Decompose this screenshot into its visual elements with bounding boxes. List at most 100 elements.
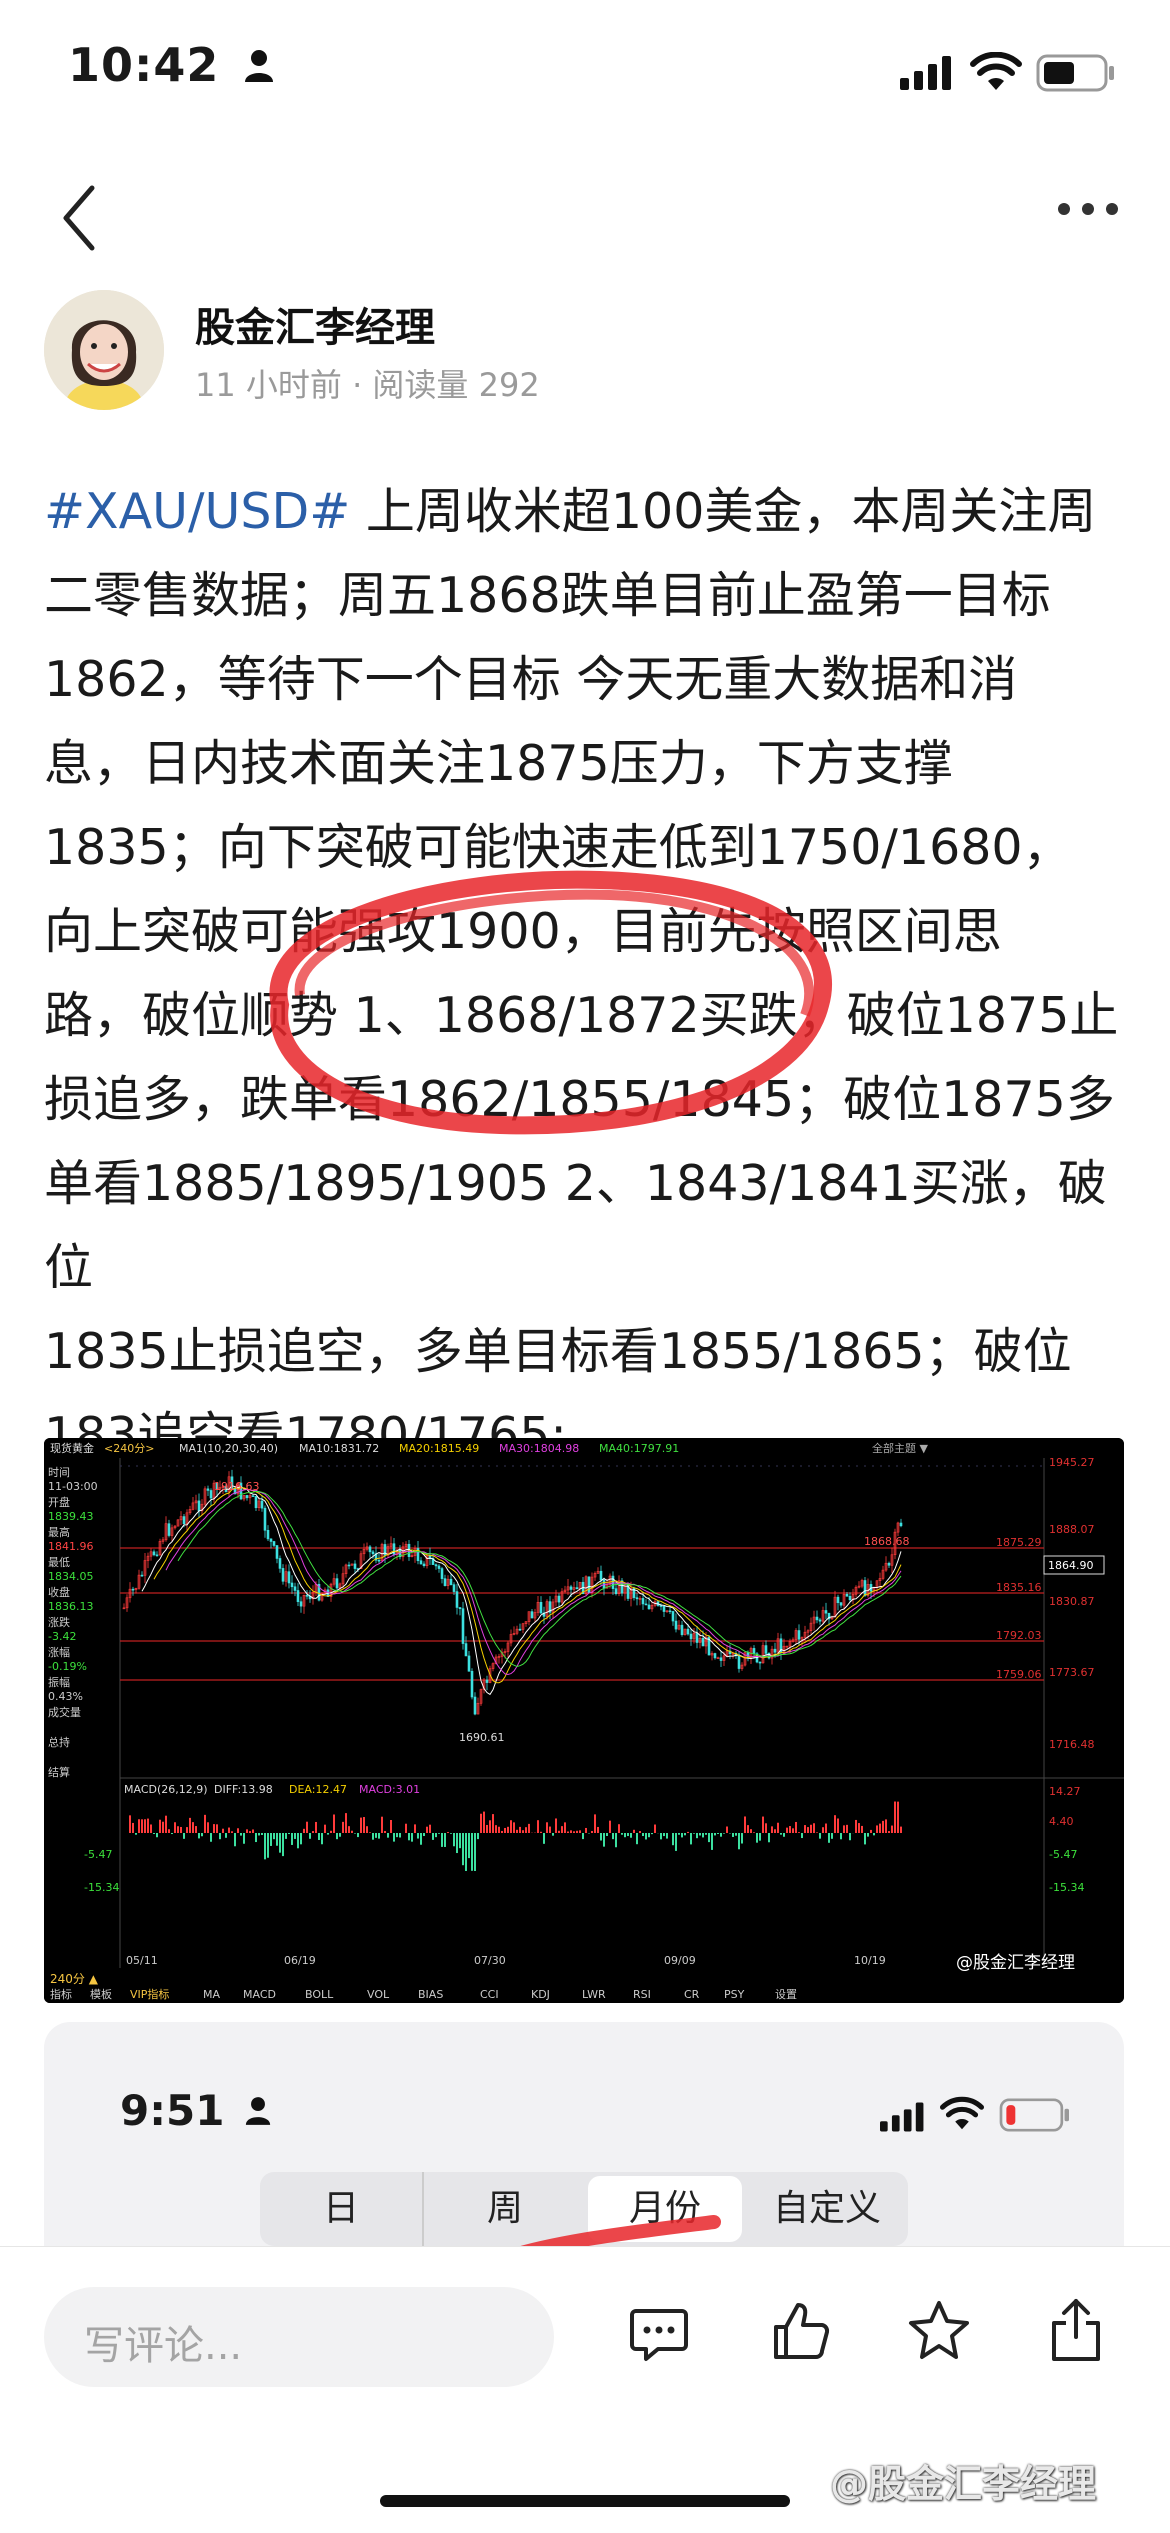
indicator-tab[interactable]: BIAS bbox=[418, 1988, 443, 2001]
candle-body bbox=[288, 1572, 290, 1583]
candle-body bbox=[294, 1587, 296, 1591]
info-value: 1839.43 bbox=[48, 1510, 94, 1523]
candle-body bbox=[642, 1598, 644, 1604]
indicator-tab[interactable]: KDJ bbox=[531, 1988, 550, 2001]
macd-bar bbox=[462, 1833, 464, 1865]
macd-bar bbox=[756, 1833, 758, 1843]
candle-body bbox=[702, 1638, 704, 1646]
indicator-tab[interactable]: PSY bbox=[724, 1988, 745, 2001]
chart-watermark: @股金汇李经理 bbox=[956, 1953, 1075, 1973]
candle-body bbox=[648, 1605, 650, 1609]
macd-bar bbox=[711, 1833, 713, 1850]
macd-bar bbox=[312, 1831, 314, 1833]
hashtag-link[interactable]: #XAU/USD# bbox=[44, 483, 350, 540]
candlestick-chart: 现货黄金 <240分> MA1(10,20,30,40) MA10:1831.7… bbox=[44, 1438, 1124, 2003]
candle-body bbox=[819, 1620, 821, 1621]
macd-bar bbox=[213, 1824, 215, 1833]
macd-bar bbox=[201, 1833, 203, 1836]
macd-bar bbox=[882, 1821, 884, 1833]
macd-bar bbox=[600, 1833, 602, 1840]
comment-input[interactable]: 写评论... bbox=[44, 2287, 554, 2387]
segment-day[interactable]: 日 bbox=[260, 2172, 422, 2246]
like-thumb-icon[interactable] bbox=[770, 2299, 834, 2363]
macd-bar bbox=[609, 1821, 611, 1833]
macd-bar bbox=[825, 1824, 827, 1833]
indicator-tab[interactable]: 模板 bbox=[90, 1987, 112, 2001]
signal-icon bbox=[880, 2102, 926, 2132]
macd-bar bbox=[477, 1833, 479, 1839]
macd-bar bbox=[807, 1827, 809, 1833]
indicator-tab[interactable]: VOL bbox=[367, 1988, 390, 2001]
segment-custom[interactable]: 自定义 bbox=[746, 2172, 908, 2246]
macd-bar bbox=[189, 1818, 191, 1833]
candle-body bbox=[246, 1495, 248, 1497]
more-options-icon[interactable] bbox=[1058, 200, 1130, 219]
macd-bar bbox=[483, 1812, 485, 1833]
macd-bar bbox=[684, 1833, 686, 1835]
info-label: 结算 bbox=[48, 1765, 70, 1779]
macd-bar bbox=[762, 1817, 764, 1833]
macd-bar bbox=[555, 1818, 557, 1833]
indicator-tab[interactable]: MA bbox=[203, 1988, 220, 2001]
share-icon[interactable] bbox=[1046, 2297, 1106, 2363]
indicator-tab[interactable]: CR bbox=[684, 1988, 700, 2001]
macd-bar bbox=[165, 1816, 167, 1833]
macd-bar bbox=[735, 1833, 737, 1836]
macd-bar bbox=[180, 1827, 182, 1833]
indicator-tab[interactable]: 设置 bbox=[775, 1988, 797, 2001]
comment-icon[interactable] bbox=[628, 2303, 690, 2365]
candle-body bbox=[690, 1634, 692, 1639]
chart-theme-select[interactable]: 全部主题 ▼ bbox=[872, 1441, 928, 1455]
macd-bar bbox=[267, 1833, 269, 1858]
macd-bar bbox=[216, 1824, 218, 1833]
macd-bar bbox=[219, 1833, 221, 1839]
info-value: 1836.13 bbox=[48, 1600, 94, 1613]
chart-screenshot[interactable]: 现货黄金 <240分> MA1(10,20,30,40) MA10:1831.7… bbox=[44, 1438, 1124, 2003]
macd-bar bbox=[753, 1832, 755, 1833]
macd-bar bbox=[222, 1829, 224, 1833]
period-selector[interactable]: 240分 ▲ bbox=[50, 1972, 99, 1986]
macd-bar bbox=[792, 1828, 794, 1833]
indicator-tab[interactable]: MACD bbox=[243, 1988, 276, 2001]
macd-bar bbox=[327, 1833, 329, 1835]
candle-body bbox=[462, 1609, 464, 1644]
author-name[interactable]: 股金汇李经理 bbox=[195, 295, 435, 353]
macd-bar bbox=[321, 1833, 323, 1844]
macd-bar bbox=[183, 1833, 185, 1839]
candle-body bbox=[453, 1585, 455, 1592]
info-label: 涨跌 bbox=[48, 1615, 70, 1629]
macd-bar bbox=[501, 1831, 503, 1833]
candle-body bbox=[615, 1589, 617, 1594]
read-count-label: 阅读量 bbox=[372, 366, 468, 404]
indicator-tab[interactable]: VIP指标 bbox=[130, 1987, 169, 2001]
indicator-tab[interactable]: 指标 bbox=[50, 1987, 72, 2001]
macd-bar bbox=[432, 1833, 434, 1840]
macd-bar bbox=[900, 1827, 902, 1833]
avatar[interactable] bbox=[44, 290, 164, 410]
macd-bar bbox=[627, 1833, 629, 1836]
macd-bar bbox=[396, 1833, 398, 1837]
info-value: 1841.96 bbox=[48, 1540, 94, 1553]
price-axis-tick: 1773.67 bbox=[1049, 1666, 1095, 1679]
indicator-tabs[interactable]: 指标 模板 VIP指标 MA MACD BOLL VOL BIAS CCI KDJ LWR RSI CR… bbox=[50, 1987, 797, 2001]
indicator-tab[interactable]: BOLL bbox=[305, 1988, 334, 2001]
back-chevron-icon[interactable] bbox=[52, 178, 112, 258]
indicator-tab[interactable]: LWR bbox=[582, 1988, 606, 2001]
macd-bar bbox=[261, 1833, 263, 1835]
macd-bar bbox=[720, 1833, 722, 1837]
candle-body bbox=[156, 1555, 158, 1556]
macd-bar bbox=[897, 1802, 899, 1833]
macd-bar bbox=[879, 1824, 881, 1833]
macd-bar bbox=[591, 1831, 593, 1833]
signal-icon bbox=[900, 56, 954, 90]
macd-bar bbox=[660, 1833, 662, 1839]
macd-bar bbox=[849, 1833, 851, 1840]
macd-bar bbox=[159, 1820, 161, 1833]
macd-bar bbox=[666, 1833, 668, 1839]
macd-bar bbox=[618, 1824, 620, 1833]
candle-body bbox=[297, 1590, 299, 1601]
indicator-tab[interactable]: CCI bbox=[480, 1988, 499, 2001]
macd-diff: DIFF:13.98 bbox=[214, 1783, 273, 1796]
indicator-tab[interactable]: RSI bbox=[633, 1988, 651, 2001]
favorite-star-icon[interactable] bbox=[906, 2299, 972, 2363]
